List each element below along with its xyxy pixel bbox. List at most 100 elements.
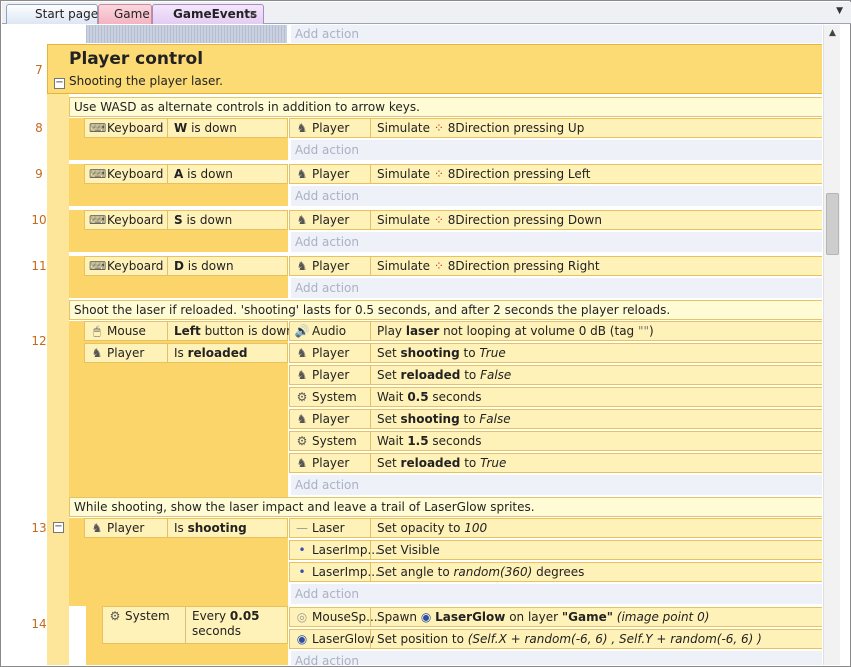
tab-start-page[interactable]: Start page xyxy=(6,4,98,24)
tab-bar: Start page Game GameEvents × ▼ xyxy=(2,2,851,24)
condition-keyboard-d[interactable]: ⌨Keyboard D is down xyxy=(84,256,288,276)
object-name: Player xyxy=(312,167,350,181)
action-text: Set shooting to True xyxy=(370,344,506,362)
8direction-icon: ⁘ xyxy=(433,121,448,135)
condition-player-is-shooting[interactable]: ♞ Player Is shooting xyxy=(84,518,288,538)
action-prefix: Set angle to xyxy=(377,565,454,579)
behavior-action: 8Direction pressing Down xyxy=(447,213,602,227)
scroll-up-icon[interactable]: ▲ xyxy=(824,25,841,42)
condition-keyboard-a[interactable]: ⌨Keyboard A is down xyxy=(84,164,288,184)
comment[interactable]: Use WASD as alternate controls in additi… xyxy=(69,97,822,117)
action-play-laser[interactable]: 🔊 Audio Play laser not looping at volume … xyxy=(289,321,822,341)
gear-icon: ⚙ xyxy=(296,390,308,404)
action-value: False xyxy=(479,412,511,426)
object-name: Audio xyxy=(312,324,347,338)
action-set-shooting-false[interactable]: ♞ Player Set shooting to False xyxy=(289,409,822,429)
condition-player-is-reloaded[interactable]: ♞ Player Is reloaded xyxy=(84,343,288,363)
action-prefix: Spawn xyxy=(377,610,421,624)
group-player-control[interactable]: Player control − Shooting the player las… xyxy=(47,44,822,94)
event-sheet[interactable]: Add action 7 Player control − Shooting t… xyxy=(4,25,822,665)
event-number: 13 xyxy=(31,521,47,535)
collapse-event-icon[interactable]: − xyxy=(53,522,64,533)
action-value: 100 xyxy=(464,521,488,535)
collapse-group-icon[interactable]: − xyxy=(54,78,65,89)
condition-bold: reloaded xyxy=(187,346,248,360)
condition-text: W is down xyxy=(167,119,237,137)
condition-prefix: Every xyxy=(192,609,230,623)
player-icon: ♞ xyxy=(296,259,308,273)
object-name: System xyxy=(312,390,357,404)
add-action-link[interactable]: Add action xyxy=(291,278,822,298)
action-prefix: Set xyxy=(377,456,401,470)
object-name: Keyboard xyxy=(107,259,164,273)
object-name: Player xyxy=(312,259,350,273)
condition-mouse-left-down[interactable]: 🖱 Mouse Left button is down xyxy=(84,321,294,341)
add-action-link[interactable]: Add action xyxy=(291,140,822,160)
event-number: 14 xyxy=(31,617,47,631)
action-text: Simulate ⁘ 8Direction pressing Up xyxy=(370,119,584,137)
action-spawn-laserglow[interactable]: ◎ MouseSp... Spawn ◉ LaserGlow on layer "… xyxy=(289,607,822,627)
action-bold: reloaded xyxy=(400,368,461,382)
scrollbar-thumb[interactable] xyxy=(826,193,839,255)
action-bold: shooting xyxy=(400,346,460,360)
condition-rest: button is down xyxy=(200,324,294,338)
add-action-link[interactable]: Add action xyxy=(291,651,822,665)
player-icon: ♞ xyxy=(296,121,308,135)
string-literal: "" xyxy=(637,324,650,338)
condition-every-0-05-seconds[interactable]: ⚙ System Every 0.05 seconds xyxy=(102,606,288,644)
comment[interactable]: Shoot the laser if reloaded. 'shooting' … xyxy=(69,300,822,320)
tab-list-dropdown-icon[interactable]: ▼ xyxy=(836,6,843,16)
action-simulate-down[interactable]: ♞ Player Simulate ⁘ 8Direction pressing D… xyxy=(289,210,822,230)
action-text: Wait 0.5 seconds xyxy=(370,388,481,406)
tab-game[interactable]: Game xyxy=(98,4,152,24)
laser-impact-icon: • xyxy=(298,565,306,579)
action-object: ⚙ System xyxy=(290,388,370,406)
action-set-position[interactable]: ◉ LaserGlow Set position to (Self.X + ran… xyxy=(289,629,822,649)
action-set-reloaded-false[interactable]: ♞ Player Set reloaded to False xyxy=(289,365,822,385)
action-wait-1-5[interactable]: ⚙ System Wait 1.5 seconds xyxy=(289,431,822,451)
action-set-shooting-true[interactable]: ♞ Player Set shooting to True xyxy=(289,343,822,363)
add-action-link[interactable]: Add action xyxy=(291,584,822,604)
action-object: ◎ MouseSp... xyxy=(290,608,378,626)
action-set-reloaded-true[interactable]: ♞ Player Set reloaded to True xyxy=(289,453,822,473)
condition-object: ♞ Player xyxy=(85,344,167,362)
add-action-label: Add action xyxy=(295,189,359,203)
action-set-visible[interactable]: • LaserImp... Set Visible xyxy=(289,540,822,560)
add-action-link[interactable]: Add action xyxy=(291,475,822,495)
add-action-label: Add action xyxy=(295,654,359,665)
action-simulate-up[interactable]: ♞ Player Simulate ⁘ 8Direction pressing U… xyxy=(289,118,822,138)
condition-object: ⌨Keyboard xyxy=(85,257,167,275)
player-icon: ♞ xyxy=(296,213,308,227)
comment[interactable]: While shooting, show the laser impact an… xyxy=(69,497,822,517)
condition-object: 🖱 Mouse xyxy=(85,322,167,340)
tab-gameevents[interactable]: GameEvents × xyxy=(152,4,264,24)
condition-text: Left button is down xyxy=(167,322,294,340)
keyboard-icon: ⌨ xyxy=(89,213,107,227)
action-wait-0-5[interactable]: ⚙ System Wait 0.5 seconds xyxy=(289,387,822,407)
action-bold: LaserGlow xyxy=(435,610,506,624)
condition-text: D is down xyxy=(167,257,234,275)
action-text: Set angle to random(360) degrees xyxy=(370,563,584,581)
key-name: A xyxy=(174,167,184,181)
condition-text: Is shooting xyxy=(167,519,247,537)
action-text: Set Visible xyxy=(370,541,440,559)
add-action-link[interactable]: Add action xyxy=(291,25,822,43)
add-action-label: Add action xyxy=(295,587,359,601)
action-simulate-right[interactable]: ♞ Player Simulate ⁘ 8Direction pressing R… xyxy=(289,256,822,276)
object-name: Player xyxy=(107,346,145,360)
action-set-angle[interactable]: • LaserImp... Set angle to random(360) de… xyxy=(289,562,822,582)
action-object: 🔊 Audio xyxy=(290,322,370,340)
condition-rest: is down xyxy=(183,167,233,181)
action-label: Set Visible xyxy=(377,543,440,557)
action-set-opacity[interactable]: — Laser Set opacity to 100 xyxy=(289,518,822,538)
action-simulate-left[interactable]: ♞ Player Simulate ⁘ 8Direction pressing L… xyxy=(289,164,822,184)
add-action-label: Add action xyxy=(295,478,359,492)
action-object: • LaserImp... xyxy=(290,541,378,559)
condition-keyboard-w[interactable]: ⌨Keyboard W is down xyxy=(84,118,288,138)
vertical-scrollbar[interactable]: ▲ xyxy=(823,25,840,665)
close-tab-icon[interactable]: × xyxy=(249,5,258,23)
add-action-link[interactable]: Add action xyxy=(291,232,822,252)
add-action-link[interactable]: Add action xyxy=(291,186,822,206)
object-name: Player xyxy=(312,368,350,382)
condition-keyboard-s[interactable]: ⌨Keyboard S is down xyxy=(84,210,288,230)
